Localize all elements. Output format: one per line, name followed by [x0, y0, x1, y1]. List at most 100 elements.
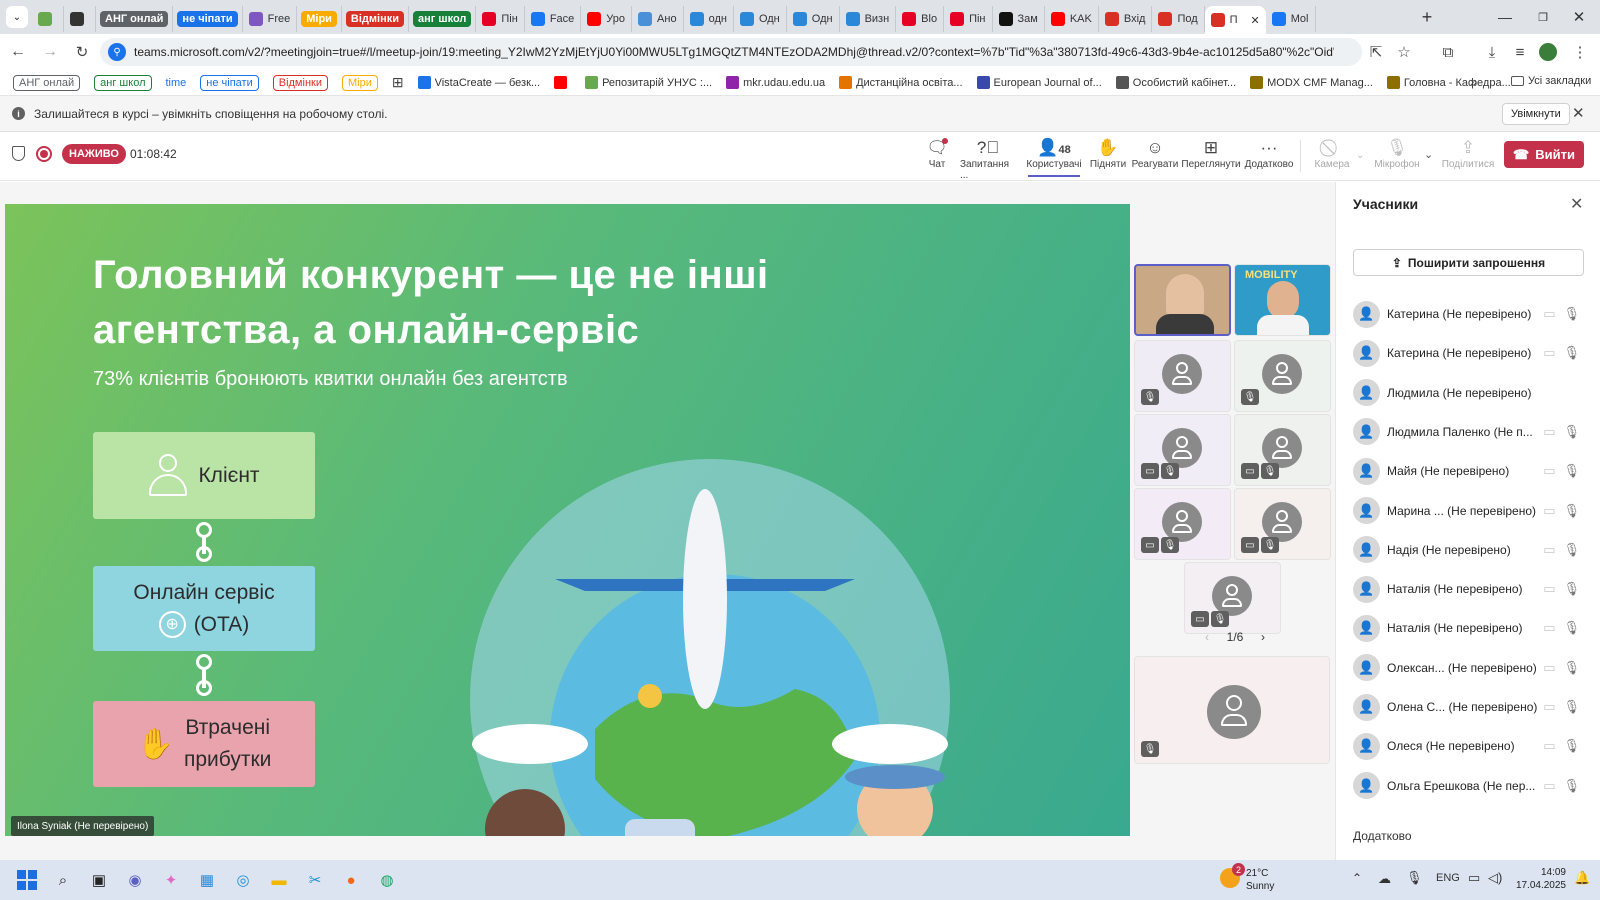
- react-button[interactable]: ☺ Реагувати: [1132, 137, 1179, 177]
- browser-tab[interactable]: Визн: [840, 6, 897, 32]
- browser-tab[interactable]: П ✕: [1204, 6, 1266, 34]
- task-view-icon[interactable]: ▣: [86, 867, 112, 893]
- browser-tab[interactable]: [32, 6, 64, 32]
- copilot-icon[interactable]: ✦: [158, 867, 184, 893]
- browser-tab[interactable]: Відмінки: [342, 6, 410, 32]
- browser-tab[interactable]: Пін: [944, 6, 993, 32]
- bookmark-item[interactable]: mkr.udau.edu.ua: [721, 76, 830, 89]
- firefox-icon[interactable]: ●: [338, 867, 364, 893]
- browser-tab[interactable]: одн: [684, 6, 734, 32]
- bookmark-item[interactable]: European Journal of...: [972, 76, 1107, 89]
- leave-button[interactable]: ☎ Вийти: [1504, 141, 1584, 168]
- bookmark-item[interactable]: анг школ: [89, 74, 156, 91]
- bookmark-item[interactable]: Дистанційна освіта...: [834, 76, 967, 89]
- network-icon[interactable]: ▭: [1468, 870, 1480, 886]
- bookmark-item[interactable]: VistaCreate — безк...: [413, 76, 545, 89]
- enable-notifications-button[interactable]: Увімкнути: [1502, 103, 1570, 125]
- bookmark-item[interactable]: MODX CMF Manag...: [1245, 76, 1378, 89]
- bookmark-item[interactable]: Відмінки: [268, 74, 333, 91]
- profile-avatar[interactable]: [1536, 40, 1560, 64]
- browser-tab[interactable]: не чіпати: [173, 6, 243, 32]
- tray-chevron-icon[interactable]: ⌃: [1352, 871, 1362, 885]
- browser-tab[interactable]: Одн: [787, 6, 840, 32]
- video-tile-participant[interactable]: ▭ 🎙: [1134, 414, 1231, 486]
- browser-tab[interactable]: Mol: [1266, 6, 1316, 32]
- browser-tab[interactable]: Face: [525, 6, 582, 32]
- clock[interactable]: 14:09 17.04.2025: [1512, 866, 1566, 892]
- gallery-prev-icon[interactable]: ‹: [1205, 630, 1209, 644]
- volume-icon[interactable]: ◁): [1488, 870, 1502, 886]
- browser-tab[interactable]: Ано: [632, 6, 684, 32]
- mic-options-chevron-icon[interactable]: ⌄: [1424, 148, 1433, 161]
- bookmark-item[interactable]: Головна - Кафедра...: [1382, 76, 1516, 89]
- participant-row[interactable]: 👤 Катерина (Не перевірено) ▭ 🎙: [1353, 333, 1598, 373]
- apps-grid-icon[interactable]: ⊞: [392, 74, 404, 91]
- site-info-icon[interactable]: ⚲: [108, 43, 126, 61]
- view-button[interactable]: ⊞ Переглянути: [1181, 137, 1240, 177]
- all-bookmarks-folder[interactable]: Усі закладки: [1506, 75, 1596, 87]
- more-button[interactable]: ··· Додатково: [1245, 137, 1294, 177]
- language-indicator[interactable]: ENG: [1436, 872, 1460, 884]
- snipping-tool-icon[interactable]: ✂: [302, 867, 328, 893]
- browser-tab[interactable]: Под: [1152, 6, 1205, 32]
- participant-row[interactable]: 👤 Катерина (Не перевірено) ▭ 🎙: [1353, 294, 1598, 334]
- more-bookmarks-icon[interactable]: »: [1470, 74, 1477, 89]
- browser-tab[interactable]: Зам: [993, 6, 1045, 32]
- share-invite-button[interactable]: ⇪ Поширити запрошення: [1353, 249, 1584, 276]
- tab-search-button[interactable]: ⌄: [6, 6, 28, 28]
- notifications-bell-icon[interactable]: 🔔: [1574, 870, 1590, 886]
- close-window-button[interactable]: ✕: [1556, 0, 1600, 34]
- bookmark-star-icon[interactable]: ☆: [1392, 40, 1416, 64]
- gallery-next-icon[interactable]: ›: [1261, 630, 1265, 644]
- browser-tab[interactable]: KAK: [1045, 6, 1099, 32]
- participant-row[interactable]: 👤 Марина ... (Не перевірено) ▭ 🎙: [1353, 491, 1598, 531]
- bookmark-item[interactable]: time: [161, 77, 192, 89]
- downloads-icon[interactable]: ⤓: [1480, 40, 1504, 64]
- edge-icon[interactable]: ◎: [230, 867, 256, 893]
- bookmark-item[interactable]: Особистий кабінет...: [1111, 76, 1241, 89]
- bookmark-item[interactable]: Репозитарій УНУС :...: [580, 76, 717, 89]
- install-app-icon[interactable]: ⇱: [1364, 40, 1388, 64]
- camera-button[interactable]: ⃠Камера: [1312, 137, 1352, 177]
- bookmark-item[interactable]: [549, 76, 576, 89]
- participant-row[interactable]: 👤 Ольга Ерешкова (Не пер... ▭ 🎙: [1353, 766, 1598, 806]
- bookmark-item[interactable]: АНГ онлай: [8, 74, 85, 91]
- video-tile-participant[interactable]: MOBILITY: [1234, 264, 1331, 336]
- participant-row[interactable]: 👤 Наталія (Не перевірено) ▭ 🎙: [1353, 569, 1598, 609]
- back-button[interactable]: ←: [4, 38, 32, 66]
- mic-tray-icon[interactable]: 🎙: [1406, 870, 1423, 886]
- qa-button[interactable]: ?⃝ Запитання ...: [960, 137, 1016, 181]
- extensions-icon[interactable]: ⧉: [1436, 40, 1460, 64]
- start-button[interactable]: [14, 867, 40, 893]
- chat-button[interactable]: 🗨 Чат: [922, 137, 952, 177]
- raise-hand-button[interactable]: ✋ Підняти: [1090, 137, 1126, 177]
- participant-row[interactable]: 👤 Майя (Не перевірено) ▭ 🎙: [1353, 451, 1598, 491]
- search-taskbar-icon[interactable]: ⌕: [50, 867, 76, 893]
- video-tile-participant[interactable]: ▭ 🎙: [1234, 414, 1331, 486]
- bookmark-item[interactable]: Міри ⊞: [337, 74, 409, 91]
- video-tile-participant[interactable]: 🎙: [1134, 340, 1231, 412]
- people-button[interactable]: 👤48 Користувачі: [1026, 137, 1082, 177]
- participant-row[interactable]: 👤 Надія (Не перевірено) ▭ 🎙: [1353, 530, 1598, 570]
- reload-button[interactable]: ↻: [68, 38, 96, 66]
- self-view-tile[interactable]: 🎙: [1134, 656, 1330, 764]
- browser-tab[interactable]: Пін: [476, 6, 525, 32]
- browser-tab[interactable]: Вхід: [1099, 6, 1153, 32]
- browser-tab[interactable]: Міри: [297, 6, 342, 32]
- video-tile-participant[interactable]: ▭ 🎙: [1234, 488, 1331, 560]
- participant-row[interactable]: 👤 Наталія (Не перевірено) ▭ 🎙: [1353, 608, 1598, 648]
- file-explorer-icon[interactable]: ▬: [266, 867, 292, 893]
- video-tile-participant[interactable]: ▭ 🎙: [1134, 488, 1231, 560]
- mic-button[interactable]: 🎙 Мікрофон: [1372, 137, 1422, 177]
- more-participants-link[interactable]: Додатково: [1353, 829, 1412, 843]
- new-tab-button[interactable]: +: [1416, 6, 1438, 28]
- url-text[interactable]: teams.microsoft.com/v2/?meetingjoin=true…: [134, 45, 1334, 59]
- video-tile-participant[interactable]: 🎙: [1234, 340, 1331, 412]
- close-banner-icon[interactable]: ✕: [1572, 104, 1585, 122]
- browser-tab[interactable]: [64, 6, 96, 32]
- participant-row[interactable]: 👤Людмила (Не перевірено)▭🎙: [1353, 373, 1598, 413]
- photos-icon[interactable]: ▦: [194, 867, 220, 893]
- browser-tab[interactable]: Blo: [896, 6, 945, 32]
- camera-options-chevron-icon[interactable]: ⌄: [1356, 150, 1364, 161]
- bookmark-item[interactable]: не чіпати: [195, 74, 263, 91]
